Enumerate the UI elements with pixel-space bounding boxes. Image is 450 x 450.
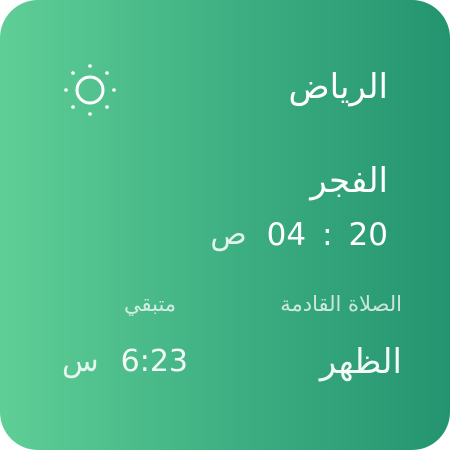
remaining-time: س 6:23 [62, 336, 188, 388]
next-prayer-name: الظهر [319, 342, 402, 382]
sun-icon [64, 64, 116, 116]
time-period: ص [210, 217, 247, 252]
time-minutes: 04 [266, 217, 307, 253]
current-prayer-time: ص 04 : 20 [210, 212, 388, 258]
time-separator: : [322, 217, 333, 253]
prayer-times-widget[interactable]: الرياض الفجر ص 04 : 20 الصلاة القادمة مت… [0, 0, 450, 450]
city-name: الرياض [288, 67, 389, 107]
next-prayer-label: الصلاة القادمة [280, 292, 402, 316]
current-prayer-name: الفجر [310, 161, 388, 201]
remaining-value: 6:23 [120, 344, 188, 379]
time-hours: 20 [348, 217, 388, 253]
remaining-label: متبقي [124, 292, 177, 316]
remaining-unit: س [62, 344, 99, 379]
